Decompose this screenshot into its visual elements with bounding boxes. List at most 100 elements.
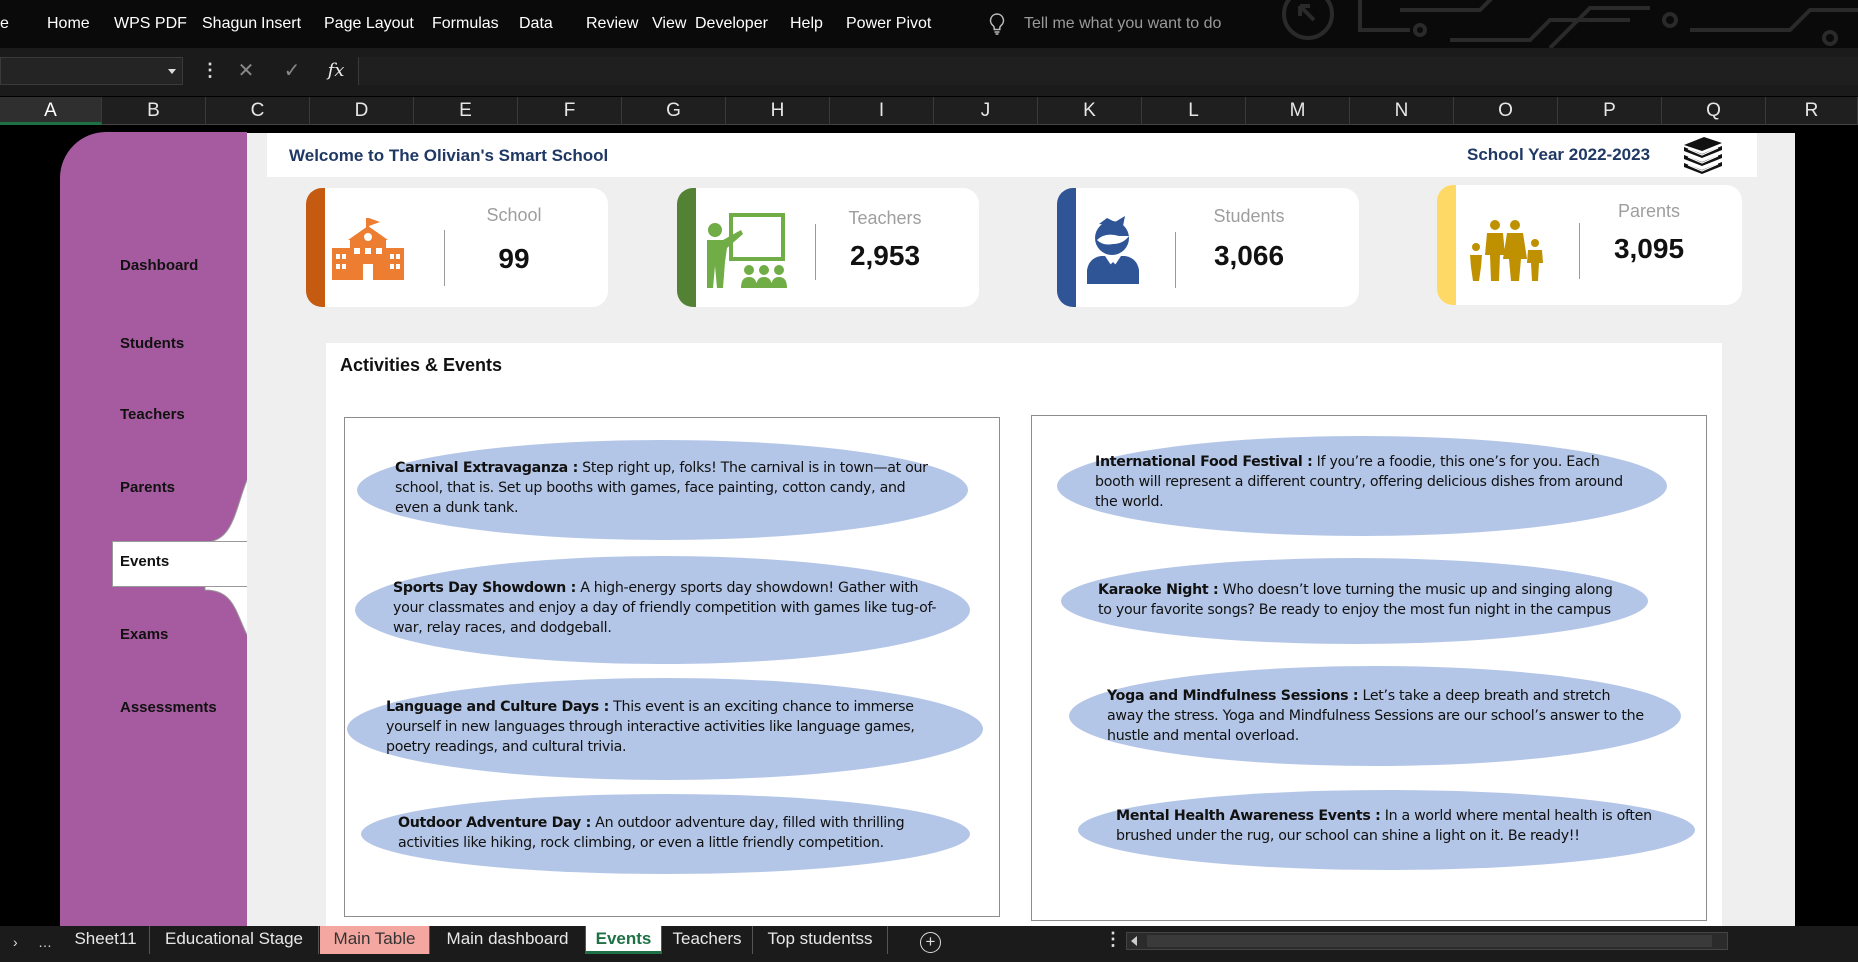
column-header-o[interactable]: O [1454,97,1558,125]
card-value-school: 99 [498,243,530,274]
menu-data[interactable]: Data [519,15,586,33]
events-panel: Activities & Events Carnival Extravaganz… [326,343,1722,927]
menu-page-layout[interactable]: Page Layout [324,15,432,33]
menu-insert[interactable]: Insert [261,15,324,33]
tab-scroll-right-icon[interactable]: › [13,934,18,950]
event-carnival[interactable]: Carnival Extravaganza : Step right up, f… [357,440,968,540]
name-box-dropdown-icon[interactable] [168,69,176,74]
event-title: Yoga and Mindfulness Sessions : [1107,688,1359,704]
menu-file-partial[interactable]: e [0,15,47,33]
event-mental-health[interactable]: Mental Health Awareness Events : In a wo… [1078,790,1695,870]
column-header-l[interactable]: L [1142,97,1246,125]
welcome-title: Welcome to The Olivian's Smart School [289,146,609,165]
menu-home[interactable]: Home [47,15,114,33]
column-header-f[interactable]: F [518,97,622,125]
event-sports-day[interactable]: Sports Day Showdown : A high-energy spor… [355,556,970,664]
column-headers: A B C D E F G H I J K L M N O P Q R [0,97,1858,125]
column-header-q[interactable]: Q [1662,97,1766,125]
event-title: Language and Culture Days : [386,699,609,715]
column-header-i[interactable]: I [830,97,934,125]
tab-main-table[interactable]: Main Table [320,926,430,954]
menu-power-pivot[interactable]: Power Pivot [846,15,936,33]
card-value-students: 3,066 [1213,240,1285,271]
tab-educational-stage[interactable]: Educational Stage [150,926,319,954]
sheet-tabs-bar: › … Sheet11 Educational Stage Main Table… [0,926,1858,962]
school-year: School Year 2022-2023 [1467,145,1651,164]
nav-dashboard[interactable]: Dashboard [120,257,198,274]
tab-more-icon[interactable]: … [38,934,52,950]
insert-function-button[interactable]: fx [321,57,351,85]
scroll-left-icon[interactable] [1131,936,1137,946]
event-title: Mental Health Awareness Events : [1116,808,1381,824]
stat-card-teachers: Teachers 2,953 [677,188,979,307]
column-header-c[interactable]: C [206,97,310,125]
tab-sheet11[interactable]: Sheet11 [62,926,150,954]
stat-card-students: Students 3,066 [1057,188,1359,307]
formula-options-icon[interactable]: ⋮ [201,61,219,79]
circuit-decoration [1282,0,1858,48]
menu-help[interactable]: Help [790,15,846,33]
cancel-formula-button[interactable]: ✕ [231,57,261,85]
event-title: Outdoor Adventure Day : [398,815,591,831]
tab-events[interactable]: Events [586,926,662,954]
tell-me-search[interactable]: Tell me what you want to do [988,13,1221,35]
event-outdoor-adventure[interactable]: Outdoor Adventure Day : An outdoor adven… [361,794,970,874]
nav-exams[interactable]: Exams [120,626,168,643]
books-icon [1684,137,1722,174]
column-header-j[interactable]: J [934,97,1038,125]
event-title: International Food Festival : [1095,454,1313,470]
stat-card-parents: Parents 3,095 [1437,185,1742,305]
menu-developer[interactable]: Developer [695,15,790,33]
school-building-icon [332,218,404,280]
column-header-p[interactable]: P [1558,97,1662,125]
card-value-teachers: 2,953 [849,240,921,271]
nav-parents[interactable]: Parents [120,479,175,496]
event-yoga-mindfulness[interactable]: Yoga and Mindfulness Sessions : Let’s ta… [1069,666,1681,766]
card-value-parents: 3,095 [1613,233,1685,264]
tabs-options-icon[interactable]: ⋮ [1104,929,1122,950]
column-header-m[interactable]: M [1246,97,1350,125]
card-accent-students [1057,188,1076,307]
column-header-a[interactable]: A [0,97,102,125]
card-label-students: Students [1213,206,1285,226]
column-header-k[interactable]: K [1038,97,1142,125]
teacher-board-icon [707,213,787,288]
formula-bar: ⋮ ✕ ✓ fx [0,48,1858,96]
nav-events-active[interactable]: Events [112,541,248,587]
card-accent-teachers [677,188,696,307]
menu-wps-pdf[interactable]: WPS PDF [114,15,202,33]
tab-top-studentss[interactable]: Top studentss [753,926,888,954]
menu-formulas[interactable]: Formulas [432,15,519,33]
column-header-b[interactable]: B [102,97,206,125]
column-header-h[interactable]: H [726,97,830,125]
column-header-e[interactable]: E [414,97,518,125]
formula-input[interactable] [358,57,1858,85]
event-food-festival[interactable]: International Food Festival : If you’re … [1057,436,1667,536]
column-header-r[interactable]: R [1766,97,1858,125]
nav-students[interactable]: Students [120,335,184,352]
card-accent-school [306,188,325,307]
tab-teachers[interactable]: Teachers [662,926,753,954]
event-language-culture[interactable]: Language and Culture Days : This event i… [347,678,983,780]
column-header-d[interactable]: D [310,97,414,125]
menu-shagun[interactable]: Shagun [202,15,261,33]
scrollbar-thumb[interactable] [1147,935,1712,947]
horizontal-scrollbar[interactable] [1126,932,1728,950]
column-header-n[interactable]: N [1350,97,1454,125]
nav-assessments[interactable]: Assessments [120,699,217,716]
menu-view[interactable]: View [652,15,695,33]
ribbon-tabs: e Home WPS PDF Shagun Insert Page Layout… [0,15,936,33]
dashboard-header: Welcome to The Olivian's Smart School Sc… [267,133,1757,177]
name-box[interactable] [0,57,183,85]
event-karaoke-night[interactable]: Karaoke Night : Who doesn’t love turning… [1061,558,1648,644]
menu-review[interactable]: Review [586,15,652,33]
nav-teachers[interactable]: Teachers [120,406,185,423]
tab-main-dashboard[interactable]: Main dashboard [430,926,586,954]
event-title: Karaoke Night : [1098,582,1219,598]
column-header-g[interactable]: G [622,97,726,125]
events-right-box: International Food Festival : If you’re … [1031,415,1707,921]
lightbulb-icon [989,13,1005,35]
add-sheet-icon[interactable]: + [920,932,941,953]
enter-formula-button[interactable]: ✓ [277,57,307,85]
event-title: Sports Day Showdown : [393,580,576,596]
